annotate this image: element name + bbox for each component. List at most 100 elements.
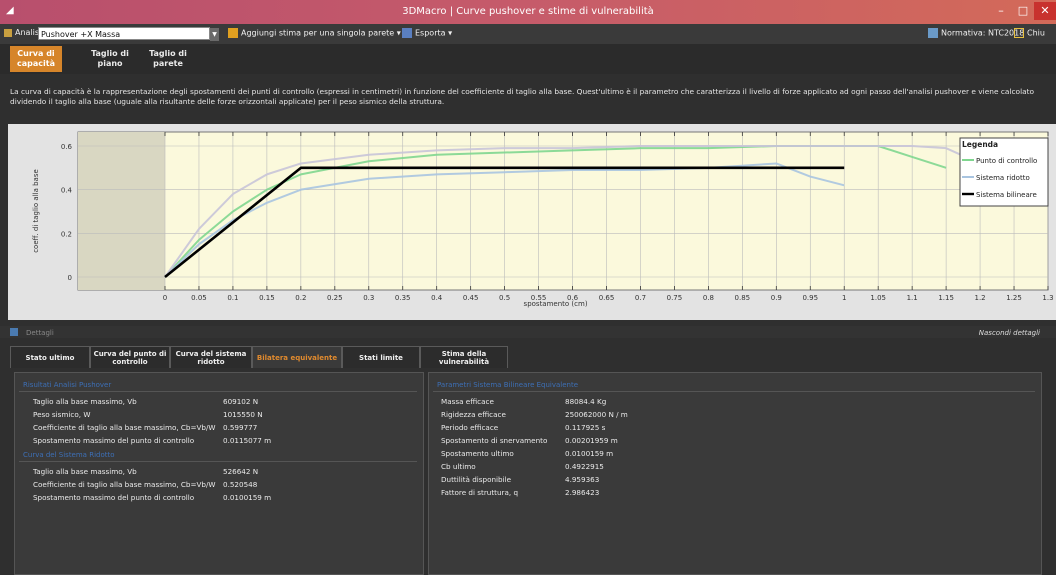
legend-entry: Punto di controllo [976, 157, 1037, 165]
x-tick-label: 0.9 [771, 294, 782, 302]
tab-line1: Curva di [17, 49, 55, 58]
x-tick-label: 0.3 [363, 294, 374, 302]
maximize-button[interactable]: □ [1012, 2, 1034, 20]
normativa-icon [928, 28, 938, 38]
pushover-results-panel: Risultati Analisi Pushover Taglio alla b… [14, 372, 424, 575]
close-panel-label: Chiu [1027, 28, 1045, 38]
section-title: Curva del Sistema Ridotto [23, 451, 115, 459]
legend-title: Legenda [962, 140, 998, 149]
x-tick-label: 1.05 [870, 294, 886, 302]
analysis-select-value: Pushover +X Massa [41, 30, 121, 39]
export-icon [402, 28, 412, 38]
close-window-button[interactable]: ✕ [1034, 2, 1056, 20]
toolbar: Analisi Pushover +X Massa ▼ Aggiungi sti… [0, 24, 1056, 44]
legend-entry: Sistema ridotto [976, 174, 1030, 182]
x-tick-label: 1 [842, 294, 846, 302]
param-value: 2.986423 [565, 488, 600, 497]
result-label: Coefficiente di taglio alla base massimo… [33, 480, 216, 489]
capacity-chart: 0 0.05 0.1 0.15 0.2 0.25 0.3 0.35 0.4 0.45 0.5 0.55… [32, 131, 1054, 308]
result-label: Taglio alla base massimo, Vb [33, 467, 137, 476]
param-label: Spostamento di snervamento [441, 436, 548, 445]
analysis-icon [4, 28, 12, 37]
tab-taglio-di-piano[interactable]: Taglio di piano [84, 46, 136, 72]
result-value: 526642 N [223, 467, 259, 476]
divider [19, 461, 417, 462]
bilinear-params-panel: Parametri Sistema Bilineare Equivalente … [428, 372, 1042, 575]
result-label: Taglio alla base massimo, Vb [33, 397, 137, 406]
tab-line2: piano [97, 59, 123, 68]
x-tick-label: 0.7 [635, 294, 646, 302]
result-label: Coefficiente di taglio alla base massimo… [33, 423, 216, 432]
param-label: Cb ultimo [441, 462, 476, 471]
x-tick-label: 1.2 [975, 294, 986, 302]
x-tick-label: 0.1 [227, 294, 238, 302]
add-estimate-button[interactable]: Aggiungi stima per una singola parete ▾ [228, 28, 401, 38]
x-tick-label: 0.15 [259, 294, 275, 302]
x-tick-label: 0 [163, 294, 167, 302]
tab-taglio-di-parete[interactable]: Taglio di parete [142, 46, 194, 72]
close-panel-button[interactable]: Chiu [1014, 28, 1045, 38]
plot-area [77, 131, 1049, 291]
x-tick-label: 1.15 [938, 294, 954, 302]
tab-label: Bilatera equivalente [256, 353, 338, 362]
details-icon [10, 328, 18, 336]
analysis-select[interactable]: Pushover +X Massa ▼ [38, 27, 219, 41]
chevron-down-icon[interactable]: ▼ [210, 28, 219, 41]
detail-tabs: Stato ultimo Curva del punto di controllo… [0, 346, 1056, 368]
tab-curva-sistema-ridotto[interactable]: Curva del sistema ridotto [170, 346, 252, 368]
tab-label-2: vulnerabilità [438, 357, 490, 366]
x-tick-label: 1.25 [1006, 294, 1022, 302]
tab-stati-limite[interactable]: Stati limite [342, 346, 420, 368]
result-value: 0.0115077 m [223, 436, 272, 445]
param-label: Duttilità disponibile [441, 475, 512, 484]
x-tick-label: 0.35 [395, 294, 411, 302]
x-tick-label: 0.5 [499, 294, 510, 302]
y-tick-label: 0.4 [61, 187, 73, 195]
x-tick-label: 0.75 [667, 294, 683, 302]
tab-line2: capacità [17, 59, 55, 68]
result-value: 0.599777 [223, 423, 258, 432]
tab-stato-ultimo[interactable]: Stato ultimo [10, 346, 90, 368]
view-tabs: Curva di capacità Taglio di piano Taglio… [0, 44, 1056, 74]
tab-label-2: controllo [112, 357, 148, 366]
tab-bilatera-equivalente[interactable]: Bilatera equivalente [252, 346, 342, 368]
tab-line1: Taglio di [91, 49, 129, 58]
tab-label-2: ridotto [197, 357, 225, 366]
close-panel-icon [1014, 28, 1024, 38]
y-tick-label: 0 [68, 274, 72, 282]
export-button[interactable]: Esporta ▾ [402, 28, 452, 38]
window-title: 3DMacro | Curve pushover e stime di vuln… [402, 6, 654, 17]
tab-curva-di-capacita[interactable]: Curva di capacità [10, 46, 62, 72]
x-axis-label: spostamento (cm) [524, 300, 588, 308]
x-tick-label: 0.4 [431, 294, 443, 302]
x-tick-label: 0.2 [295, 294, 306, 302]
tab-stima-vulnerabilita[interactable]: Stima della vulnerabilità [420, 346, 508, 368]
shaded-band [78, 132, 165, 290]
description-text: La curva di capacità è la rappresentazio… [10, 87, 1035, 106]
x-tick-label: 0.45 [463, 294, 479, 302]
result-value: 1015550 N [223, 410, 263, 419]
legend-entry: Sistema bilineare [976, 191, 1037, 199]
details-label: Dettagli [26, 329, 54, 337]
export-label: Esporta [415, 28, 446, 38]
minimize-button[interactable]: – [990, 2, 1012, 20]
normativa-button[interactable]: Normativa: NTC2018 [928, 28, 1024, 38]
details-bar [0, 326, 1056, 338]
hide-details-button[interactable]: Nascondi dettagli [979, 329, 1040, 337]
divider [433, 391, 1035, 392]
param-value: 250062000 N / m [565, 410, 628, 419]
section-title: Risultati Analisi Pushover [23, 381, 112, 389]
section-title: Parametri Sistema Bilineare Equivalente [437, 381, 579, 389]
tab-curva-punto-controllo[interactable]: Curva del punto di controllo [90, 346, 170, 368]
result-value: 0.520548 [223, 480, 258, 489]
tab-label: Curva del sistema [175, 349, 247, 358]
param-value: 0.117925 s [565, 423, 606, 432]
capacity-chart-panel: 0 0.05 0.1 0.15 0.2 0.25 0.3 0.35 0.4 0.45 0.5 0.55… [8, 124, 1056, 320]
add-estimate-label: Aggiungi stima per una singola parete [241, 28, 395, 38]
result-value: 609102 N [223, 397, 259, 406]
param-value: 0.4922915 [565, 462, 604, 471]
analysis-label-wrap: Analisi [4, 28, 41, 37]
tab-line2: parete [153, 59, 183, 68]
result-label: Peso sismico, W [33, 410, 91, 419]
result-label: Spostamento massimo del punto di control… [33, 493, 195, 502]
